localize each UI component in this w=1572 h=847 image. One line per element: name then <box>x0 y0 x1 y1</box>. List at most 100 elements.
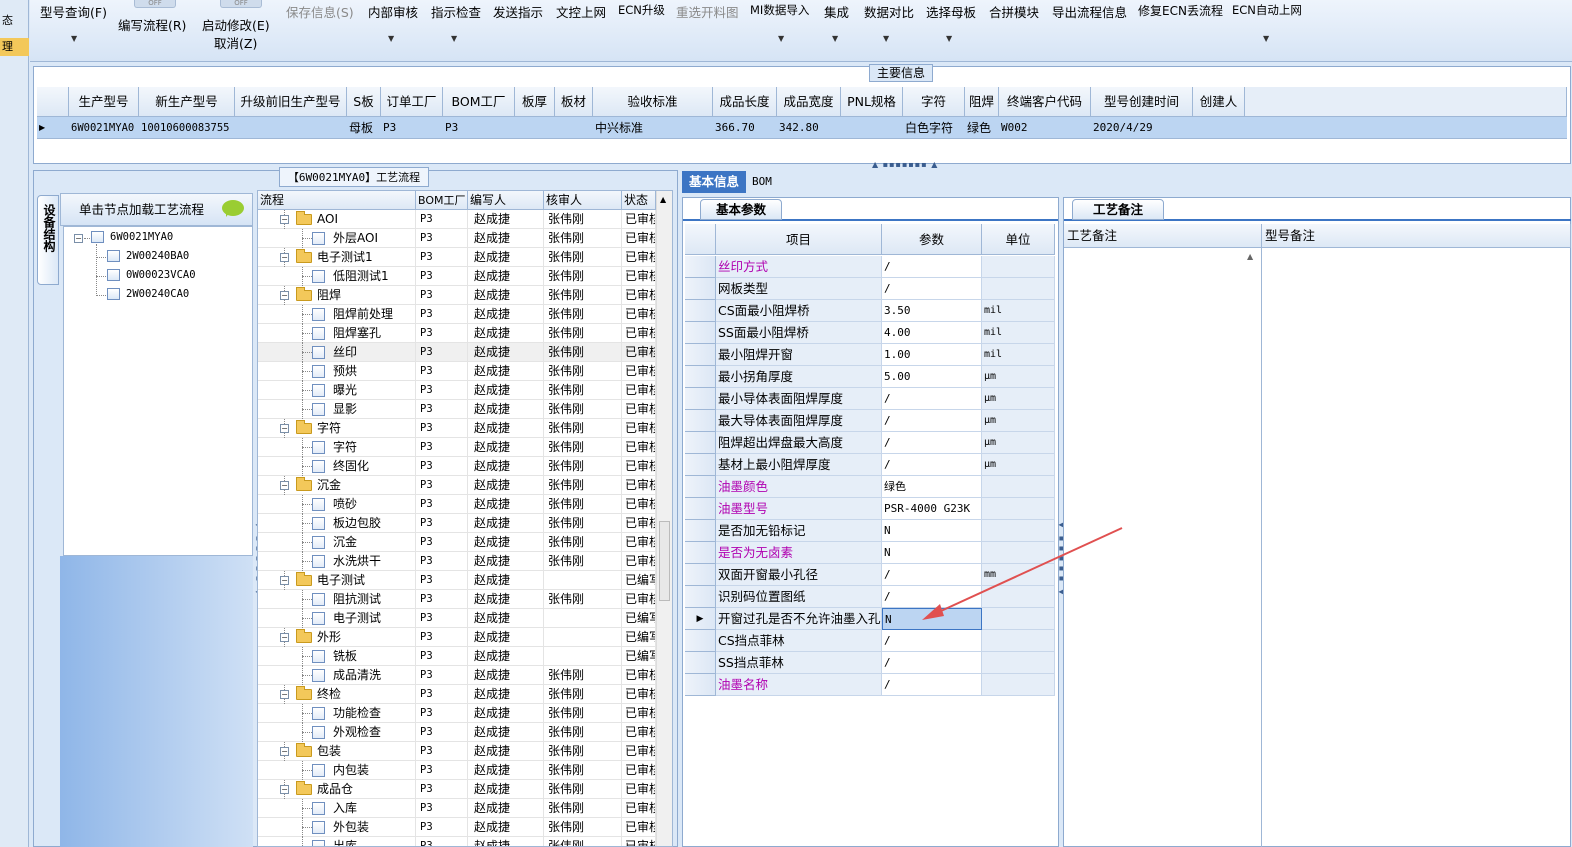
col-header[interactable]: 板材 <box>555 87 593 117</box>
row-selector-icon[interactable]: ▶ <box>37 117 69 139</box>
table-row[interactable]: 字符 P3 赵成捷 张伟刚 已审核 <box>258 438 656 457</box>
cell-creator[interactable] <box>1193 117 1245 139</box>
toolbar-internal-review[interactable]: 内部审核 <box>368 2 418 21</box>
cell-param-value[interactable]: 3.50 <box>882 300 982 322</box>
cell-old-model[interactable] <box>235 117 347 139</box>
col-header[interactable]: 板厚 <box>515 87 555 117</box>
row-selector[interactable] <box>685 498 716 520</box>
col-header-model-remark[interactable]: 型号备注 <box>1262 224 1571 248</box>
table-row[interactable]: 终固化 P3 赵成捷 张伟刚 已审核 <box>258 457 656 476</box>
cell-param-value[interactable]: / <box>882 432 982 454</box>
row-selector[interactable] <box>685 586 716 608</box>
table-row[interactable]: 成品清洗 P3 赵成捷 张伟刚 已审核 <box>258 666 656 685</box>
toolbar-reselect-cut-map[interactable]: 重选开料图 <box>676 2 739 21</box>
chevron-down-icon[interactable]: ▼ <box>71 34 77 43</box>
table-row[interactable]: − 阻焊 P3 赵成捷 张伟刚 已审核 <box>258 286 656 305</box>
table-row[interactable]: 阻抗测试 P3 赵成捷 张伟刚 已审核 <box>258 590 656 609</box>
table-row[interactable]: 阻焊前处理 P3 赵成捷 张伟刚 已审核 <box>258 305 656 324</box>
collapse-icon[interactable]: − <box>280 747 289 756</box>
col-header-bom[interactable]: BOM工厂 <box>416 191 468 210</box>
col-header[interactable]: 创建人 <box>1193 87 1245 117</box>
col-header[interactable]: 新生产型号 <box>139 87 235 117</box>
table-row[interactable]: 板边包胶 P3 赵成捷 张伟刚 已审核 <box>258 514 656 533</box>
cell-param-value[interactable]: 1.00 <box>882 344 982 366</box>
cell-param-value[interactable]: PSR-4000 G23K <box>882 498 982 520</box>
col-header[interactable]: PNL规格 <box>841 87 903 117</box>
toolbar-select-mother-board[interactable]: 选择母板 <box>926 2 976 21</box>
table-row[interactable]: − 外形 P3 赵成捷 已编写 <box>258 628 656 647</box>
cell-param-value[interactable]: / <box>882 652 982 674</box>
toolbar-start-modify[interactable]: 启动修改(E) <box>202 15 270 34</box>
param-row[interactable]: 最小导体表面阻焊厚度 / μm <box>685 388 1055 410</box>
table-row[interactable]: 丝印 P3 赵成捷 张伟刚 已审核 <box>258 343 656 362</box>
col-header-item[interactable]: 项目 <box>716 224 882 255</box>
tree-node-root[interactable]: 6W0021MYA0 <box>110 231 173 243</box>
col-header-flow[interactable]: 流程 <box>258 191 416 210</box>
param-row[interactable]: CS挡点菲林 / <box>685 630 1055 652</box>
row-selector[interactable] <box>685 564 716 586</box>
collapse-icon[interactable]: − <box>280 690 289 699</box>
toolbar-model-query[interactable]: 型号查询(F) <box>40 2 107 21</box>
collapse-icon[interactable]: − <box>74 234 83 243</box>
table-row[interactable]: 水洗烘干 P3 赵成捷 张伟刚 已审核 <box>258 552 656 571</box>
row-selector[interactable] <box>685 476 716 498</box>
col-header[interactable]: 字符 <box>903 87 965 117</box>
table-row[interactable]: − 终检 P3 赵成捷 张伟刚 已审核 <box>258 685 656 704</box>
collapse-icon[interactable]: − <box>280 215 289 224</box>
row-selector[interactable] <box>685 300 716 322</box>
row-selector[interactable] <box>685 542 716 564</box>
col-header-reviewer[interactable]: 核审人 <box>544 191 622 210</box>
col-header[interactable]: 升级前旧生产型号 <box>235 87 347 117</box>
row-selector[interactable] <box>685 256 716 278</box>
col-header[interactable]: 订单工厂 <box>381 87 443 117</box>
cell-pnl[interactable] <box>841 117 903 139</box>
table-row[interactable]: − 字符 P3 赵成捷 张伟刚 已审核 <box>258 419 656 438</box>
cell-s-board[interactable]: 母板 <box>347 117 381 139</box>
cell-new-model[interactable]: 10010600083755 <box>139 117 235 139</box>
tree-node-child[interactable]: 0W00023VCA0 <box>126 269 196 281</box>
cell-param-value[interactable]: 绿色 <box>882 476 982 498</box>
table-row[interactable]: 曝光 P3 赵成捷 张伟刚 已审核 <box>258 381 656 400</box>
cell-param-value[interactable]: / <box>882 674 982 696</box>
toolbar-cancel[interactable]: 取消(Z) <box>214 33 257 52</box>
chevron-down-icon[interactable]: ▼ <box>883 34 889 43</box>
param-row[interactable]: CS面最小阻焊桥 3.50 mil <box>685 300 1055 322</box>
cell-param-value[interactable]: / <box>882 256 982 278</box>
toolbar-doc-online[interactable]: 文控上网 <box>556 2 606 21</box>
cell-param-value[interactable]: / <box>882 278 982 300</box>
param-row[interactable]: 基材上最小阻焊厚度 / μm <box>685 454 1055 476</box>
cell-length[interactable]: 366.70 <box>713 117 777 139</box>
table-row[interactable]: 功能检查 P3 赵成捷 张伟刚 已审核 <box>258 704 656 723</box>
collapse-icon[interactable]: − <box>280 291 289 300</box>
param-row[interactable]: 油墨型号 PSR-4000 G23K <box>685 498 1055 520</box>
toolbar-mi-import[interactable]: MI数据导入 <box>750 2 809 18</box>
toolbar-save-info[interactable]: 保存信息(S) <box>286 2 354 21</box>
cell-width[interactable]: 342.80 <box>777 117 841 139</box>
table-row[interactable]: 外包装 P3 赵成捷 张伟刚 已审核 <box>258 818 656 837</box>
collapse-icon[interactable]: − <box>280 785 289 794</box>
param-row[interactable]: 最小拐角厚度 5.00 μm <box>685 366 1055 388</box>
param-row[interactable]: 阻焊超出焊盘最大高度 / μm <box>685 432 1055 454</box>
table-row[interactable]: 显影 P3 赵成捷 张伟刚 已审核 <box>258 400 656 419</box>
row-selector[interactable] <box>685 630 716 652</box>
cell-standard[interactable]: 中兴标准 <box>593 117 713 139</box>
cell-param-value[interactable]: / <box>882 410 982 432</box>
table-row[interactable]: 外层AOI P3 赵成捷 张伟刚 已审核 <box>258 229 656 248</box>
cell-solder[interactable]: 绿色 <box>965 117 999 139</box>
toolbar-write-flow[interactable]: 编写流程(R) <box>118 15 186 34</box>
param-row[interactable]: 油墨名称 / <box>685 674 1055 696</box>
table-row[interactable]: − 包装 P3 赵成捷 张伟刚 已审核 <box>258 742 656 761</box>
col-header-status[interactable]: 状态 <box>622 191 656 210</box>
cell-param-value[interactable]: / <box>882 630 982 652</box>
col-header[interactable]: 成品宽度 <box>777 87 841 117</box>
table-row[interactable]: 入库 P3 赵成捷 张伟刚 已审核 <box>258 799 656 818</box>
table-row[interactable]: − 成品仓 P3 赵成捷 张伟刚 已审核 <box>258 780 656 799</box>
col-header-param[interactable]: 参数 <box>882 224 982 255</box>
vertical-scrollbar[interactable]: ▲ <box>656 191 672 846</box>
cell-thickness[interactable] <box>515 117 555 139</box>
collapse-icon[interactable]: − <box>280 481 289 490</box>
col-header-writer[interactable]: 编写人 <box>468 191 544 210</box>
table-row[interactable]: − 电子测试 P3 赵成捷 已编写 <box>258 571 656 590</box>
cell-model[interactable]: 6W0021MYA0 <box>69 117 139 139</box>
col-header[interactable]: 生产型号 <box>69 87 139 117</box>
